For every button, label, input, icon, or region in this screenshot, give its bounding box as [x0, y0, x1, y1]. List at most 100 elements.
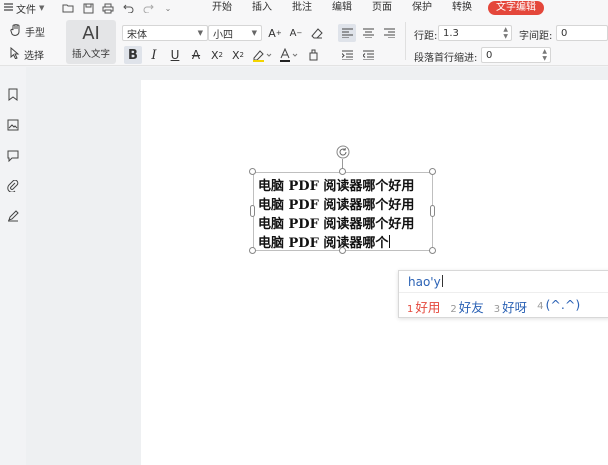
decrease-indent-icon[interactable] [359, 46, 377, 64]
ribbon-divider [405, 22, 406, 60]
redo-icon[interactable] [142, 2, 154, 14]
resize-handle-bottom-left[interactable] [249, 247, 256, 254]
tab-page[interactable]: 页面 [362, 1, 402, 15]
hand-tool-button[interactable]: 手型 [10, 23, 45, 39]
select-tool-button[interactable]: 选择 [10, 46, 44, 62]
resize-handle-bottom-right[interactable] [429, 247, 436, 254]
ime-candidate[interactable]: 1 好用 [407, 297, 440, 316]
tab-text-edit[interactable]: 文字编辑 [488, 1, 544, 15]
superscript-icon[interactable]: X2 [208, 46, 226, 64]
font-color-icon[interactable] [277, 46, 301, 64]
ime-cursor [441, 275, 443, 287]
resize-handle-top[interactable] [339, 168, 346, 175]
open-folder-icon[interactable] [62, 2, 74, 14]
text-cursor [389, 235, 391, 248]
clear-format-icon[interactable] [308, 24, 326, 42]
spinner-arrows-icon[interactable]: ▲ ▼ [503, 26, 508, 40]
align-right-icon[interactable] [380, 24, 398, 42]
resize-handle-right[interactable] [430, 205, 435, 217]
resize-handle-left[interactable] [250, 205, 255, 217]
ime-candidate-number: 2 [450, 304, 457, 315]
ime-candidate-list: 1 好用 2 好友 3 好呀 4 (^.^) [407, 297, 580, 316]
resize-handle-bottom[interactable] [339, 247, 346, 254]
tab-insert[interactable]: 插入 [242, 1, 282, 15]
char-spacing-input[interactable]: 0 [556, 25, 608, 41]
insert-text-icon: AI [82, 23, 100, 44]
customize-toolbar-icon[interactable]: ⌄ [162, 2, 174, 14]
ime-candidate[interactable]: 4 (^.^) [537, 297, 580, 316]
line-spacing-value: 1.3 [443, 27, 459, 39]
increase-font-icon[interactable]: A + [266, 24, 284, 42]
text-line: 电脑 PDF 阅读器哪个 [258, 236, 389, 251]
align-center-icon[interactable] [359, 24, 377, 42]
subscript-icon[interactable]: X2 [229, 46, 247, 64]
font-size-select[interactable]: 小四 ▼ [208, 25, 262, 41]
alignment-tools [338, 24, 398, 42]
text-eraser-icon[interactable] [304, 46, 322, 64]
decrease-font-icon[interactable]: A − [287, 24, 305, 42]
chevron-down-icon: ▼ [39, 4, 45, 12]
attachment-icon[interactable] [5, 178, 21, 194]
chevron-down-icon: ▼ [197, 29, 203, 37]
undo-icon[interactable] [122, 2, 134, 14]
bold-icon[interactable]: B [124, 46, 142, 64]
first-indent-value: 0 [486, 49, 493, 61]
underline-icon[interactable]: U [166, 46, 184, 64]
font-name-select[interactable]: 宋体 ▼ [122, 25, 208, 41]
indent-tools [338, 46, 377, 64]
font-size-tools: A + A − [266, 24, 326, 42]
italic-icon[interactable]: I [145, 46, 163, 64]
tab-edit[interactable]: 编辑 [322, 1, 362, 15]
save-icon[interactable] [82, 2, 94, 14]
ime-divider [399, 292, 608, 293]
hand-icon [10, 23, 21, 39]
tab-comment[interactable]: 批注 [282, 1, 322, 15]
ime-composition: hao'y [408, 275, 443, 289]
ime-candidate-text: 好呀 [502, 300, 528, 315]
strikethrough-icon[interactable]: A [187, 46, 205, 64]
hamburger-icon [4, 2, 13, 14]
resize-handle-top-left[interactable] [249, 168, 256, 175]
quick-access-toolbar: ⌄ [62, 2, 202, 14]
align-left-icon[interactable] [338, 24, 356, 42]
menu-bar: 文件 ▼ ⌄ 开始 插入 批注 编辑 页面 保护 转换 文字编辑 [0, 0, 608, 16]
text-line: 电脑 PDF 阅读器哪个好用 [258, 179, 415, 194]
signature-icon[interactable] [5, 208, 21, 224]
ribbon-toolbar: 手型 选择 AI 插入文字 宋体 ▼ 小四 ▼ A + A − B I U A X2… [0, 16, 608, 66]
text-box[interactable]: 电脑 PDF 阅读器哪个好用 电脑 PDF 阅读器哪个好用 电脑 PDF 阅读器… [253, 172, 433, 251]
resize-handle-top-right[interactable] [429, 168, 436, 175]
ime-candidate[interactable]: 3 好呀 [494, 297, 527, 316]
increase-indent-icon[interactable] [338, 46, 356, 64]
ime-candidate-text: 好用 [415, 300, 441, 315]
comment-icon[interactable] [5, 148, 21, 164]
tab-protect[interactable]: 保护 [402, 1, 442, 15]
ime-candidate-number: 3 [493, 304, 501, 315]
highlight-icon[interactable] [250, 46, 274, 64]
font-name-value: 宋体 [127, 29, 147, 41]
ime-candidate-text: 好友 [458, 300, 484, 315]
tab-home[interactable]: 开始 [202, 1, 242, 15]
file-menu[interactable]: 文件 ▼ [0, 1, 62, 16]
rotate-handle-icon[interactable] [336, 145, 350, 159]
file-menu-label: 文件 [16, 4, 36, 16]
text-format-tools: B I U A X2 X2 [124, 46, 322, 64]
bookmark-icon[interactable] [5, 86, 21, 102]
first-indent-input[interactable]: 0 ▲ ▼ [481, 47, 551, 63]
ribbon-tabs: 开始 插入 批注 编辑 页面 保护 转换 文字编辑 [202, 1, 544, 15]
thumbnail-icon[interactable] [5, 117, 21, 133]
text-box-content[interactable]: 电脑 PDF 阅读器哪个好用 电脑 PDF 阅读器哪个好用 电脑 PDF 阅读器… [258, 177, 414, 253]
cursor-arrow-icon [10, 46, 20, 62]
tab-convert[interactable]: 转换 [442, 1, 482, 15]
spinner-arrows-icon[interactable]: ▲ ▼ [542, 48, 547, 62]
ime-candidate-text: (^.^) [545, 297, 581, 312]
left-sidebar [0, 67, 26, 465]
hand-tool-label: 手型 [25, 28, 45, 39]
ime-candidate[interactable]: 2 好友 [450, 297, 483, 316]
print-icon[interactable] [102, 2, 114, 14]
select-tool-label: 选择 [24, 51, 44, 62]
ime-candidate-window: hao'y 1 好用 2 好友 3 好呀 4 (^.^) [398, 270, 608, 318]
ime-candidate-number: 4 [537, 301, 544, 312]
insert-text-button[interactable]: AI 插入文字 [66, 20, 116, 64]
line-spacing-input[interactable]: 1.3 ▲ ▼ [438, 25, 512, 41]
char-spacing-value: 0 [561, 27, 568, 39]
